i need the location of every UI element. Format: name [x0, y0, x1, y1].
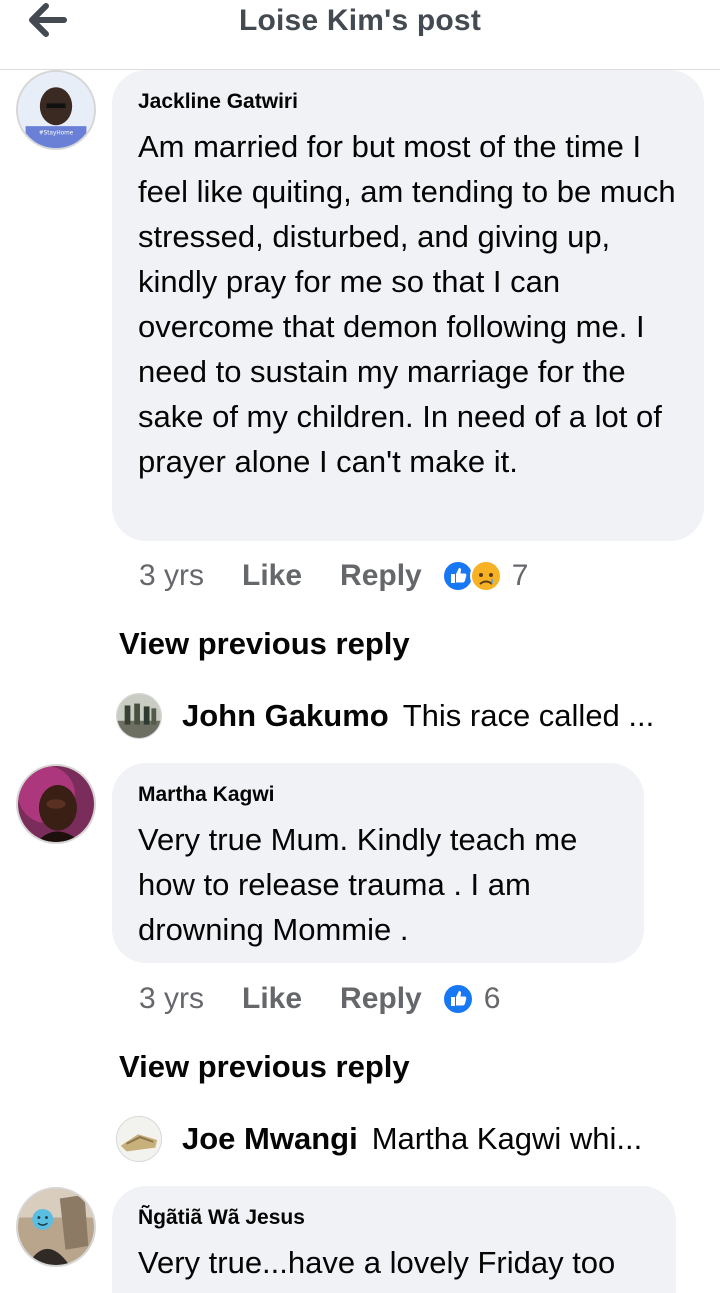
- reply-button[interactable]: Reply: [340, 982, 422, 1016]
- reaction-summary[interactable]: 6: [441, 982, 501, 1016]
- like-button[interactable]: Like: [242, 982, 302, 1016]
- reaction-count: 6: [483, 982, 501, 1015]
- comment-bubble: Jackline Gatwiri Am married for but most…: [112, 70, 704, 541]
- reply-button[interactable]: Reply: [340, 559, 422, 593]
- comment-text: Am married for but most of the time I fe…: [138, 129, 676, 479]
- reaction-count: 7: [511, 559, 529, 592]
- like-reaction-icon: [441, 983, 474, 1015]
- view-previous-reply-link[interactable]: View previous reply: [119, 1049, 410, 1085]
- reply-author: Joe Mwangi: [182, 1121, 358, 1156]
- view-previous-reply-link[interactable]: View previous reply: [119, 626, 410, 662]
- comment-timestamp[interactable]: 3 yrs: [139, 559, 204, 593]
- like-button[interactable]: Like: [242, 559, 302, 593]
- reply-snippet: Martha Kagwi whi...: [371, 1121, 643, 1156]
- page-title: Loise Kim's post: [238, 4, 482, 37]
- avatar: [116, 1116, 162, 1162]
- comment-actions: 3 yrs Like Reply 7: [139, 556, 528, 596]
- comment-author[interactable]: Jackline Gatwiri: [138, 90, 298, 114]
- comment-timestamp[interactable]: 3 yrs: [139, 982, 204, 1016]
- reaction-summary[interactable]: 7: [441, 559, 529, 593]
- reply-snippet: This race called ...: [402, 698, 655, 733]
- comment-bubble: Ñgãtiã Wã Jesus Very true...have a lovel…: [112, 1186, 676, 1293]
- comment-text: Very true...have a lovely Friday too: [138, 1245, 616, 1280]
- top-bar: Loise Kim's post: [0, 0, 720, 70]
- comment-bubble: Martha Kagwi Very true Mum. Kindly teach…: [112, 763, 644, 963]
- comment-author[interactable]: Martha Kagwi: [138, 783, 275, 807]
- comment-author[interactable]: Ñgãtiã Wã Jesus: [138, 1206, 305, 1230]
- sad-reaction-icon: [469, 560, 502, 592]
- reply-preview[interactable]: Joe Mwangi Martha Kagwi whi...: [116, 1115, 642, 1163]
- avatar[interactable]: #StayHome: [16, 70, 96, 150]
- avatar[interactable]: [16, 1187, 96, 1267]
- avatar[interactable]: [16, 764, 96, 844]
- comment-actions: 3 yrs Like Reply 6: [139, 979, 500, 1019]
- avatar: [116, 693, 162, 739]
- reply-author: John Gakumo: [182, 698, 389, 733]
- avatar-stayhome-label: #StayHome: [39, 131, 74, 137]
- reply-preview[interactable]: John Gakumo This race called ...: [116, 692, 654, 740]
- comment-text: Very true Mum. Kindly teach me how to re…: [138, 822, 578, 947]
